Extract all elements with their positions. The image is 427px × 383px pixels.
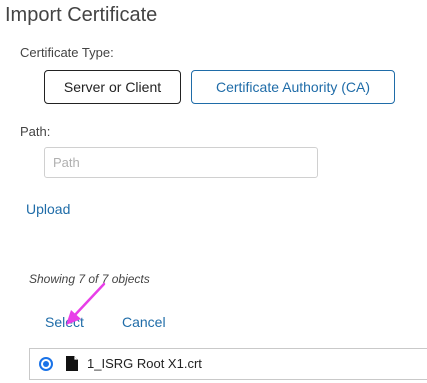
server-or-client-button[interactable]: Server or Client bbox=[44, 70, 181, 104]
certificate-authority-button[interactable]: Certificate Authority (CA) bbox=[191, 70, 395, 104]
dialog-title: Import Certificate bbox=[5, 4, 158, 26]
upload-link[interactable]: Upload bbox=[26, 201, 70, 217]
file-icon bbox=[66, 356, 78, 371]
certificate-type-label: Certificate Type: bbox=[20, 45, 114, 60]
path-label: Path: bbox=[20, 124, 51, 139]
list-item[interactable]: 1_ISRG Root X1.crt bbox=[29, 348, 427, 380]
showing-count: Showing 7 of 7 objects bbox=[29, 272, 150, 286]
path-input[interactable] bbox=[44, 147, 318, 178]
select-button[interactable]: Select bbox=[45, 314, 84, 330]
file-name: 1_ISRG Root X1.crt bbox=[87, 356, 202, 371]
radio-selected[interactable] bbox=[39, 357, 53, 371]
cancel-button[interactable]: Cancel bbox=[122, 314, 166, 330]
